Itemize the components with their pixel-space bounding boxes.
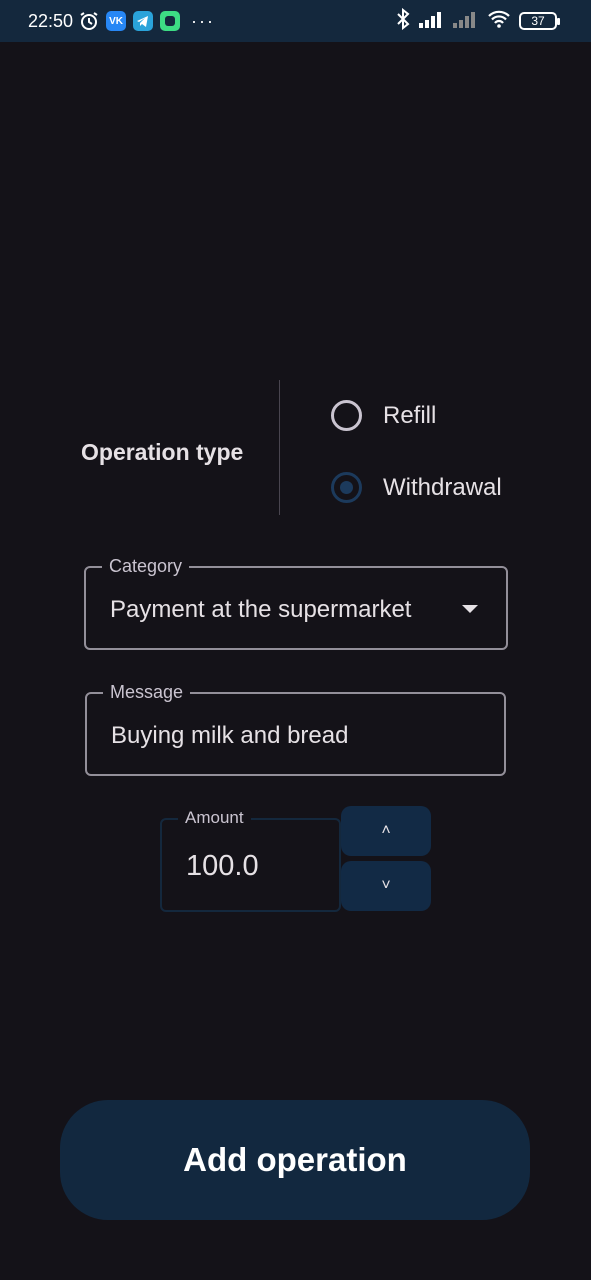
- radio-button-unselected[interactable]: [331, 400, 362, 431]
- amount-label: Amount: [178, 808, 251, 828]
- alarm-icon: [79, 11, 99, 31]
- status-time: 22:50: [28, 10, 74, 31]
- telegram-icon: [133, 11, 154, 31]
- radio-option-refill[interactable]: Refill: [331, 400, 436, 431]
- message-label: Message: [103, 682, 191, 702]
- status-bar: 22:50 VK ··· 37: [0, 0, 591, 42]
- amount-field[interactable]: Amount 100.0: [160, 808, 341, 912]
- category-value[interactable]: Payment at the supermarket: [110, 596, 411, 624]
- category-label: Category: [102, 556, 190, 576]
- category-dropdown[interactable]: Category Payment at the supermarket: [84, 556, 508, 650]
- chevron-up-icon: ˄: [381, 822, 391, 839]
- wifi-icon: [487, 10, 511, 33]
- amount-decrement-button[interactable]: ˅: [341, 861, 431, 911]
- radio-label-withdrawal[interactable]: Withdrawal: [383, 474, 502, 502]
- radio-button-selected[interactable]: [331, 472, 362, 503]
- radio-label-refill[interactable]: Refill: [383, 402, 436, 430]
- add-operation-button[interactable]: Add operation: [60, 1100, 530, 1220]
- amount-increment-button[interactable]: ˄: [341, 806, 431, 856]
- amount-value[interactable]: 100.0: [186, 850, 259, 883]
- chevron-down-icon: ˅: [381, 877, 391, 894]
- message-value[interactable]: Buying milk and bread: [111, 722, 348, 750]
- message-field[interactable]: Message Buying milk and bread: [85, 682, 506, 776]
- signal-icon: [419, 10, 445, 33]
- battery-icon: 37: [519, 12, 560, 30]
- dropdown-arrow-icon[interactable]: [462, 605, 478, 613]
- bluetooth-icon: [395, 7, 411, 35]
- operation-type-label: Operation type: [81, 439, 244, 465]
- android-app-icon: [160, 11, 181, 31]
- radio-option-withdrawal[interactable]: Withdrawal: [331, 472, 502, 503]
- divider: [279, 380, 280, 515]
- vk-icon: VK: [106, 11, 127, 31]
- more-dots-icon: ···: [191, 10, 216, 31]
- signal-off-icon: [453, 10, 479, 33]
